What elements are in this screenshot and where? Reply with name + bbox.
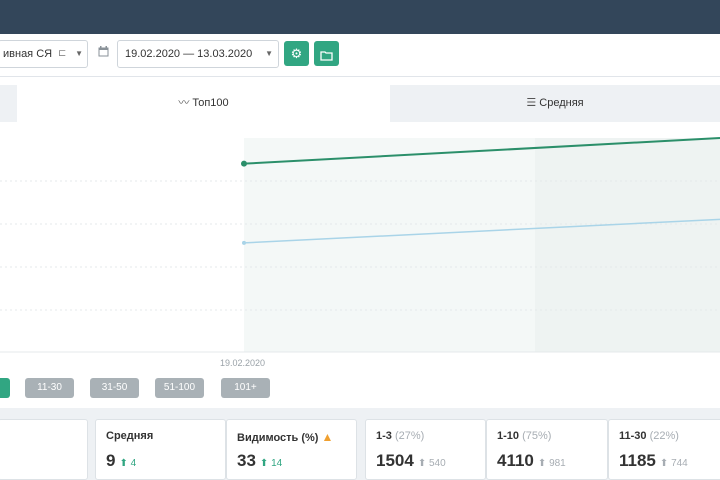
chart-svg	[0, 137, 720, 353]
up-arrow-icon: ⬆	[537, 458, 547, 469]
tab-average-label: Средняя	[539, 97, 584, 109]
up-arrow-icon: ⬆	[659, 458, 669, 469]
stat-percent: (22%)	[649, 430, 679, 442]
stat-card-1-10: 1-10 (75%) 4110 ⬆ 981	[486, 419, 608, 480]
export-button[interactable]	[314, 41, 339, 66]
date-range-label: 19.02.2020 — 13.03.2020	[125, 48, 253, 60]
stat-value: 9	[106, 451, 116, 470]
region-select-label: ивная СЯ	[3, 48, 53, 60]
series-primary-point	[241, 160, 247, 167]
stat-card-11-30: 11-30 (22%) 1185 ⬆ 744	[608, 419, 720, 480]
stats-cards: Средняя 9 ⬆ 4 Видимость (%) ▲ 33 ⬆ 14 1-3 (…	[0, 408, 720, 480]
chart-highlight-band	[535, 138, 720, 352]
stat-value: 4110	[497, 451, 534, 470]
chart-line-icon: 〰	[178, 97, 190, 109]
region-select[interactable]: ивная СЯ ⊏ ▼	[0, 40, 88, 68]
link-icon: ⊏	[58, 48, 67, 59]
position-chart: 19.02.2020	[0, 123, 720, 373]
chart-area-fill	[244, 138, 535, 352]
settings-button[interactable]: ⚙	[284, 41, 309, 66]
tab-average[interactable]: ☰ Средняя	[390, 85, 720, 122]
stat-value: 1504	[376, 451, 414, 470]
stat-delta: 744	[671, 458, 688, 469]
stat-value: 1185	[619, 451, 656, 470]
up-arrow-icon: ⬆	[417, 458, 427, 469]
tab-top100-label: Топ100	[192, 97, 229, 109]
tab-top100[interactable]: 〰 Топ100	[17, 85, 390, 122]
chart-tabs: 〰 Топ100 ☰ Средняя	[0, 85, 720, 122]
stat-card-average: Средняя 9 ⬆ 4	[95, 419, 226, 480]
stat-card-visibility: Видимость (%) ▲ 33 ⬆ 14	[226, 419, 357, 480]
stat-card-partial	[0, 419, 88, 480]
stat-delta: 4	[130, 458, 137, 469]
chevron-down-icon: ▼	[75, 49, 83, 58]
stat-label: 1-10	[497, 430, 520, 442]
series-secondary-point	[242, 240, 246, 245]
toolbar: ивная СЯ ⊏ ▼ 19.02.2020 — 13.03.2020 ▼ ⚙	[0, 34, 720, 77]
warning-icon[interactable]: ▲	[321, 430, 333, 444]
gear-icon: ⚙	[290, 46, 303, 61]
stat-value: 33	[237, 451, 256, 470]
stat-delta: 14	[271, 458, 283, 469]
chevron-down-icon: ▼	[265, 49, 273, 58]
list-icon: ☰	[526, 97, 537, 109]
stat-label: 11-30	[619, 430, 647, 442]
stat-percent: (75%)	[522, 430, 552, 442]
filter-button-31-50[interactable]: 31-50	[90, 378, 139, 398]
stat-card-1-3: 1-3 (27%) 1504 ⬆ 540	[365, 419, 486, 480]
stat-label: Средняя	[106, 430, 154, 442]
top-navigation-bar	[0, 0, 720, 34]
filter-button-51-100[interactable]: 51-100	[155, 378, 204, 398]
filter-button-active[interactable]	[0, 378, 10, 398]
calendar-icon[interactable]	[98, 46, 109, 57]
x-tick-label: 19.02.2020	[220, 358, 266, 368]
up-arrow-icon: ⬆	[259, 458, 269, 469]
stat-delta: 981	[549, 458, 566, 469]
filter-button-101plus[interactable]: 101+	[221, 378, 270, 398]
stat-delta: 540	[429, 458, 446, 469]
stat-label: 1-3	[376, 430, 392, 442]
position-filters: 11-30 31-50 51-100 101+	[0, 378, 720, 400]
date-range-select[interactable]: 19.02.2020 — 13.03.2020 ▼	[117, 40, 279, 68]
up-arrow-icon: ⬆	[119, 458, 128, 469]
stat-percent: (27%)	[394, 430, 425, 442]
export-icon	[320, 50, 333, 61]
filter-button-11-30[interactable]: 11-30	[25, 378, 74, 398]
stat-label: Видимость (%)	[237, 432, 319, 444]
